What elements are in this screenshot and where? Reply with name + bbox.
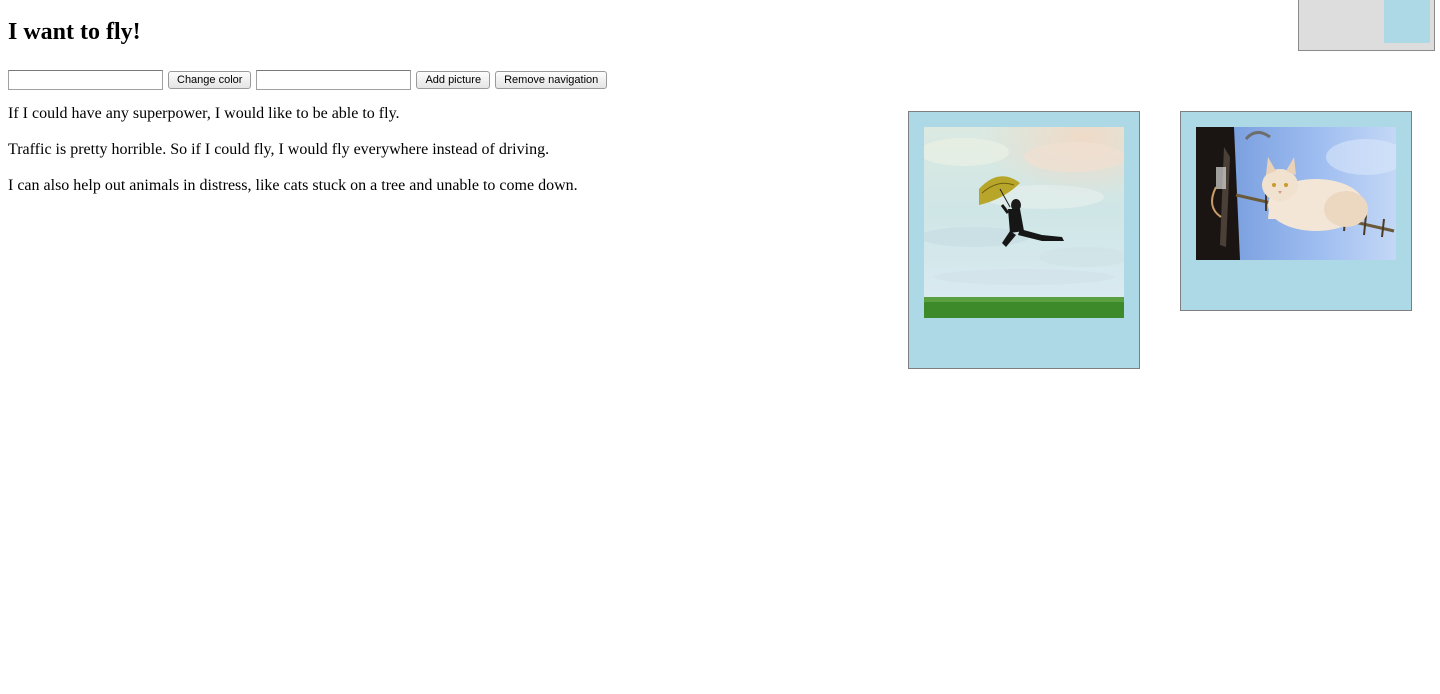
cat-on-antenna-image [1196, 127, 1396, 260]
page-title: I want to fly! [8, 19, 141, 45]
navigation-box [1298, 0, 1435, 51]
color-swatch [1384, 0, 1430, 43]
paragraph: Traffic is pretty horrible. So if I coul… [8, 141, 550, 158]
add-picture-button[interactable]: Add picture [416, 71, 491, 89]
controls-bar: Change color Add picture Remove navigati… [8, 69, 608, 91]
remove-navigation-button[interactable]: Remove navigation [495, 71, 608, 89]
picture-frame [1180, 111, 1412, 311]
change-color-button[interactable]: Change color [168, 71, 252, 89]
paragraph: I can also help out animals in distress,… [8, 177, 578, 194]
content-area: If I could have any superpower, I would … [8, 104, 708, 212]
picture-frame [908, 111, 1140, 369]
man-with-umbrella-flying-image [924, 127, 1124, 318]
page: I want to fly! Change color Add picture … [0, 0, 1440, 694]
picture-url-input[interactable] [256, 70, 412, 90]
paragraph: If I could have any superpower, I would … [8, 105, 400, 122]
color-input[interactable] [8, 70, 163, 90]
